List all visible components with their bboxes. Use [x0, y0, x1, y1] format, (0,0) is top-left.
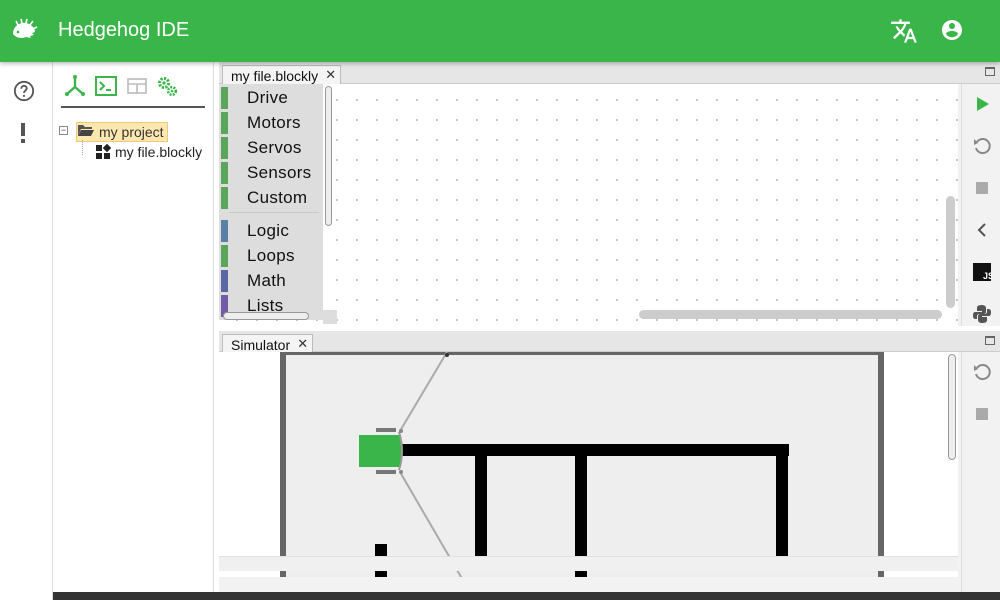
toolbox-category-servos[interactable]: Servos [221, 137, 321, 159]
app-bar: Hedgehog IDE [0, 0, 1000, 62]
simulator-vertical-scrollbar[interactable] [948, 354, 956, 460]
category-color-bar [221, 270, 228, 292]
blockly-workspace[interactable]: Drive Motors Servos Sensors Custom Logic… [219, 84, 958, 326]
run-icon[interactable] [972, 94, 992, 114]
simulator-canvas[interactable] [219, 352, 958, 577]
track-main-line [394, 444, 789, 456]
toolbox-category-sensors[interactable]: Sensors [221, 162, 321, 184]
folder-open-icon [78, 125, 94, 136]
simulator-action-bar [961, 352, 1000, 592]
new-project-icon[interactable] [63, 74, 87, 98]
category-label: Logic [247, 221, 290, 240]
project-explorer: − my project my file.blockly [53, 62, 214, 592]
tab-my-file-blockly[interactable]: my file.blockly ✕ [222, 65, 342, 84]
translate-icon[interactable] [890, 17, 918, 45]
robot-sensor [399, 429, 403, 433]
robot-wheel [376, 428, 396, 432]
workspace-horizontal-scrollbar[interactable] [639, 310, 942, 319]
tab-label: Simulator [231, 337, 291, 353]
category-color-bar [221, 220, 228, 242]
toolbox-separator [229, 212, 319, 213]
category-label: Sensors [247, 163, 312, 182]
help-circle-icon[interactable] [13, 80, 35, 102]
category-label: Math [247, 271, 286, 290]
track-branch [776, 444, 788, 557]
blockly-editor-panel: my file.blockly ✕ Drive Motors Servos Se… [219, 62, 1000, 326]
category-label: Custom [247, 188, 308, 207]
close-icon[interactable]: ✕ [297, 336, 308, 352]
category-label: Loops [247, 246, 295, 265]
category-label: Drive [247, 88, 289, 107]
settings-gears-icon[interactable] [155, 74, 179, 98]
simulator-panel: Simulator ✕ [219, 331, 1000, 592]
toolbox-category-math[interactable]: Math [221, 270, 321, 292]
toolbox-category-custom[interactable]: Custom [221, 187, 321, 209]
workspace-vertical-scrollbar[interactable] [946, 196, 955, 308]
track-branch [475, 444, 487, 557]
blockly-file-icon [96, 144, 111, 159]
category-color-bar [221, 87, 228, 109]
toolbox-category-drive[interactable]: Drive [221, 87, 321, 109]
explorer-toolbar [61, 72, 205, 108]
category-label: Motors [247, 113, 301, 132]
tab-label: my file.blockly [231, 68, 319, 84]
simulator-tabstrip: Simulator ✕ [219, 331, 1000, 353]
reset-icon[interactable] [972, 136, 992, 156]
maximize-icon[interactable] [985, 67, 995, 76]
javascript-icon[interactable]: JS [972, 262, 992, 282]
status-bar [53, 592, 1000, 600]
toolbox-category-logic[interactable]: Logic [221, 220, 321, 242]
close-icon[interactable]: ✕ [325, 67, 336, 83]
layout-icon[interactable] [125, 74, 149, 98]
toolbox-horizontal-scrollbar[interactable] [223, 312, 309, 320]
reset-icon[interactable] [972, 362, 992, 382]
editor-action-bar: JS [961, 84, 1000, 326]
maximize-icon[interactable] [985, 336, 995, 345]
category-color-bar [221, 245, 228, 267]
tree-connector [82, 140, 83, 155]
robot-body[interactable] [359, 435, 401, 467]
robot-wheel [376, 470, 396, 474]
sensor-hit [445, 353, 449, 357]
simulator-arena [280, 352, 884, 577]
category-color-bar [221, 137, 228, 159]
category-color-bar [221, 187, 228, 209]
toolbox-category-loops[interactable]: Loops [221, 245, 321, 267]
stop-icon[interactable] [972, 178, 992, 198]
python-icon[interactable] [972, 304, 992, 324]
toolbox-vertical-scrollbar[interactable] [325, 86, 332, 226]
exclamation-icon[interactable] [18, 122, 28, 144]
stop-icon[interactable] [972, 404, 992, 424]
toolbox-category-motors[interactable]: Motors [221, 112, 321, 134]
account-circle-icon[interactable] [940, 18, 964, 42]
left-rail [0, 62, 53, 600]
console-icon[interactable] [94, 74, 118, 98]
blockly-toolbox: Drive Motors Servos Sensors Custom Logic… [219, 84, 323, 320]
tab-simulator[interactable]: Simulator ✕ [222, 334, 314, 353]
category-color-bar [221, 162, 228, 184]
tree-item-file[interactable]: my file.blockly [115, 144, 202, 160]
editor-tabstrip: my file.blockly ✕ [219, 62, 1000, 84]
category-color-bar [221, 112, 228, 134]
hedgehog-logo-icon[interactable] [10, 18, 38, 44]
simulator-horizontal-scrollbar[interactable] [219, 556, 958, 571]
js-label: JS [983, 271, 992, 281]
category-label: Servos [247, 138, 302, 157]
robot-sensor [399, 470, 403, 474]
collapse-toggle[interactable]: − [59, 126, 68, 135]
collapse-left-icon[interactable] [972, 220, 992, 240]
toolbox-scroll-corner [323, 310, 337, 324]
app-title: Hedgehog IDE [58, 19, 190, 41]
